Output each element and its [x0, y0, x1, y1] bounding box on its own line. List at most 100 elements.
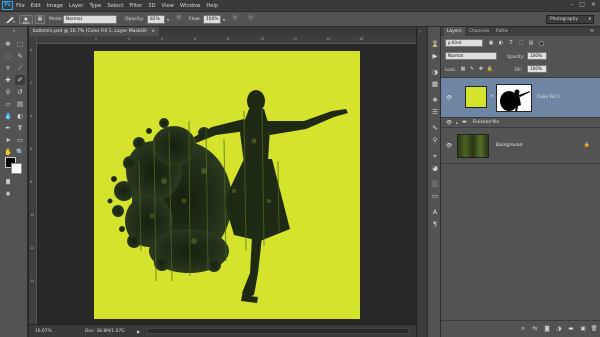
menu-image[interactable]: Image	[47, 3, 63, 9]
horizontal-scrollbar[interactable]	[147, 328, 409, 334]
marquee-tool-icon[interactable]: ⬚	[15, 39, 25, 49]
brush-tool-preset-icon[interactable]	[3, 15, 17, 24]
tab-layers[interactable]: Layers	[444, 27, 465, 36]
trash-icon[interactable]: 🗑	[590, 325, 598, 333]
layer-row-background[interactable]: 👁 Background 🔒	[441, 127, 600, 164]
type-filter-icon[interactable]: T	[507, 39, 515, 47]
lasso-tool-icon[interactable]: ◌	[3, 51, 13, 61]
brush-panel-toggle-icon[interactable]: ▦	[35, 15, 45, 24]
zoom-tool-icon[interactable]: 🔍	[15, 147, 25, 157]
timeline-panel-icon[interactable]: ▭	[430, 191, 440, 201]
actions-panel-icon[interactable]: ▶	[430, 51, 440, 61]
panel-dock-collapse-bar[interactable]: «	[416, 27, 427, 337]
brush-panel-icon[interactable]: ✎	[430, 123, 440, 133]
adjustments-panel-icon[interactable]: ◑	[430, 67, 440, 77]
blur-tool-icon[interactable]: 💧	[3, 111, 13, 121]
shape-filter-icon[interactable]: ⬚	[517, 39, 525, 47]
crop-tool-icon[interactable]: ⌗	[3, 63, 13, 73]
properties-panel-icon[interactable]: ☰	[430, 107, 440, 117]
new-layer-icon[interactable]: ▣	[579, 325, 587, 333]
color-panel-icon[interactable]: ◕	[430, 163, 440, 173]
lock-position-icon[interactable]: ✥	[477, 65, 485, 73]
layer-style-icon[interactable]: fx	[531, 325, 539, 333]
styles-panel-icon[interactable]: ❖	[430, 95, 440, 105]
layer-opacity-field[interactable]: 100%	[527, 52, 547, 60]
menu-type[interactable]: Type	[89, 3, 101, 9]
layer-mask-thumbnail[interactable]	[496, 84, 532, 112]
quick-mask-icon[interactable]: ◙	[3, 177, 13, 187]
menu-view[interactable]: View	[162, 3, 174, 9]
menu-filter[interactable]: Filter	[129, 3, 142, 9]
navigator-panel-icon[interactable]: ⌖	[430, 151, 440, 161]
menu-layer[interactable]: Layer	[69, 3, 83, 9]
menu-select[interactable]: Select	[107, 3, 123, 9]
flow-field[interactable]: 100%	[203, 15, 221, 24]
layer-name[interactable]: Color Fill 1	[537, 95, 560, 100]
group-expand-icon[interactable]: ▸	[456, 120, 458, 125]
quick-select-tool-icon[interactable]: ✎	[15, 51, 25, 61]
add-mask-icon[interactable]: ◙	[543, 325, 551, 333]
eye-visibility-icon[interactable]: 👁	[445, 119, 453, 127]
tab-paths[interactable]: Paths	[493, 27, 511, 36]
history-brush-tool-icon[interactable]: ↺	[15, 87, 25, 97]
status-menu-arrow-icon[interactable]: ▶	[137, 329, 140, 334]
brush-size-picker[interactable]: ● 600	[19, 15, 33, 25]
healing-brush-tool-icon[interactable]: ✚	[3, 75, 13, 85]
document-tab[interactable]: balletsin.psd @ 16.7% (Color Fill 1, Lay…	[29, 27, 160, 36]
layer-fill-field[interactable]: 100%	[527, 65, 547, 73]
layer-row-color-fill[interactable]: 👁 ∞ Color Fill 1	[441, 77, 600, 117]
type-tool-icon[interactable]: T	[15, 123, 25, 133]
eraser-tool-icon[interactable]: ▱	[3, 99, 13, 109]
layer-name[interactable]: Background	[496, 143, 522, 148]
panel-menu-icon[interactable]: ≡	[587, 27, 597, 36]
canvas-area[interactable]	[37, 44, 416, 324]
opacity-dropdown-icon[interactable]: ▾	[167, 17, 169, 22]
collapse-arrow-icon[interactable]: «	[419, 29, 421, 34]
mode-select[interactable]: Normal	[63, 15, 117, 24]
blend-mode-select[interactable]: Normal	[445, 52, 497, 60]
lock-all-icon[interactable]: 🔒	[486, 65, 494, 73]
adjustment-filter-icon[interactable]: ◐	[497, 39, 505, 47]
lock-transparent-icon[interactable]: ▦	[459, 65, 467, 73]
toolbox-collapse-icon[interactable]: »	[2, 28, 26, 34]
filter-toggle-icon[interactable]	[539, 41, 544, 46]
gradient-tool-icon[interactable]: ▤	[15, 99, 25, 109]
paragraph-panel-icon[interactable]: ¶	[430, 219, 440, 229]
clone-source-panel-icon[interactable]: ⚲	[430, 135, 440, 145]
layer-kind-filter[interactable]: ρ Kind	[445, 39, 483, 47]
close-tab-icon[interactable]: ×	[151, 29, 155, 34]
menu-edit[interactable]: Edit	[31, 3, 41, 9]
flow-dropdown-icon[interactable]: ▾	[223, 17, 225, 22]
mask-link-icon[interactable]: ∞	[490, 93, 494, 99]
eye-visibility-icon[interactable]: 👁	[445, 94, 453, 102]
zoom-level[interactable]: 16.67%	[35, 329, 52, 334]
rectangle-tool-icon[interactable]: ▭	[15, 135, 25, 145]
eye-visibility-icon[interactable]: 👁	[445, 142, 453, 150]
menu-help[interactable]: Help	[206, 3, 218, 9]
pressure-opacity-icon[interactable]: ⓟ	[174, 15, 184, 24]
swatches-panel-icon[interactable]: ▦	[430, 79, 440, 89]
hand-tool-icon[interactable]: ✋	[3, 147, 13, 157]
airbrush-icon[interactable]: ⓐ	[230, 15, 240, 24]
menu-3d[interactable]: 3D	[148, 3, 155, 9]
lock-image-icon[interactable]: ✎	[468, 65, 476, 73]
close-button[interactable]: ✕	[591, 1, 596, 8]
workspace-switcher[interactable]: Photography ▾	[546, 15, 594, 24]
new-adjustment-layer-icon[interactable]: ◑	[555, 325, 563, 333]
menu-window[interactable]: Window	[180, 3, 200, 9]
clone-stamp-tool-icon[interactable]: ⚲	[3, 87, 13, 97]
maximize-button[interactable]: □	[579, 1, 585, 8]
menu-file[interactable]: File	[16, 3, 25, 9]
pixel-filter-icon[interactable]: ▣	[487, 39, 495, 47]
screen-mode-icon[interactable]: ▣	[3, 189, 13, 199]
brush-tool-icon[interactable]: ✐	[15, 75, 25, 85]
background-color-swatch[interactable]	[11, 163, 22, 174]
move-tool-icon[interactable]: ✥	[3, 39, 13, 49]
tab-channels[interactable]: Channels	[466, 27, 492, 36]
info-panel-icon[interactable]: ⓘ	[430, 179, 440, 189]
document-canvas[interactable]	[94, 51, 360, 319]
path-selection-tool-icon[interactable]: ➤	[3, 135, 13, 145]
pressure-size-icon[interactable]: ⓢ	[246, 15, 256, 24]
opacity-field[interactable]: 82%	[147, 15, 165, 24]
pen-tool-icon[interactable]: ✒	[3, 123, 13, 133]
